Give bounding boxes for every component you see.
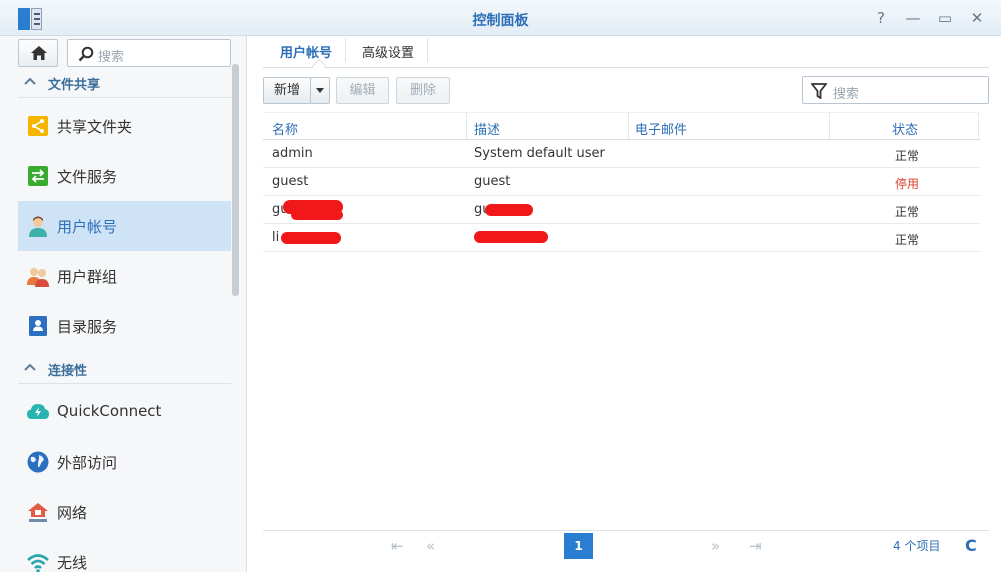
sidebar-item-label: 用户帐号: [57, 218, 118, 236]
pagination-bar: ⇤ « 1 » ⇥ 4 个项目 C: [263, 530, 989, 560]
main-panel: 用户帐号 高级设置 新增 编辑 删除 搜索 名称 描述 电子邮件 状态 admi…: [248, 36, 1001, 572]
cell-status: 停用: [895, 177, 920, 191]
redaction-mark: [485, 204, 533, 216]
caret-down-icon: [316, 88, 324, 93]
sidebar: 搜索 文件共享 共享文件夹 文件服务 用户帐号 用户群组 目录服务 连接性 Qu…: [0, 36, 247, 572]
cell-status: 正常: [895, 233, 920, 247]
filter-placeholder: 搜索: [833, 87, 860, 102]
section-label: 连接性: [48, 364, 88, 379]
table-row[interactable]: li 正常: [263, 224, 980, 252]
chevron-up-icon: [24, 77, 36, 85]
chevron-up-icon: [24, 363, 36, 371]
active-tab-indicator: [311, 58, 327, 74]
directory-icon: [29, 316, 47, 336]
filter-search-input[interactable]: 搜索: [802, 76, 989, 104]
column-divider: [829, 113, 830, 141]
sidebar-item-label: 文件服务: [57, 168, 118, 186]
sidebar-item-label: QuickConnect: [57, 402, 162, 420]
quickconnect-icon: [27, 404, 49, 419]
sidebar-item-label: 共享文件夹: [57, 118, 133, 136]
cell-status: 正常: [895, 149, 920, 163]
home-icon: [31, 46, 47, 60]
sidebar-item-label: 目录服务: [57, 318, 118, 336]
cell-status: 正常: [895, 205, 920, 219]
column-header-email[interactable]: 电子邮件: [635, 119, 687, 138]
window-title: 控制面板: [472, 13, 529, 29]
refresh-icon[interactable]: C: [965, 536, 977, 555]
section-file-sharing[interactable]: 文件共享: [18, 68, 231, 98]
table-row[interactable]: gu gu 正常: [263, 196, 980, 224]
edit-button[interactable]: 编辑: [336, 77, 389, 104]
column-divider: [628, 113, 629, 141]
cell-name: guest: [272, 174, 309, 189]
redaction-mark: [281, 232, 341, 244]
sidebar-item-network[interactable]: 网络: [18, 487, 231, 537]
delete-button[interactable]: 删除: [396, 77, 450, 104]
redaction-mark: [291, 210, 343, 220]
table-header: 名称 描述 电子邮件 状态: [263, 112, 980, 141]
sidebar-item-label: 网络: [57, 504, 88, 522]
tab-divider: [345, 38, 346, 62]
sidebar-search-placeholder: 搜索: [98, 50, 125, 65]
tab-divider: [427, 38, 428, 62]
tab-advanced-settings[interactable]: 高级设置: [362, 42, 414, 61]
sidebar-item-quickconnect[interactable]: QuickConnect: [18, 387, 231, 437]
cell-description: guest: [474, 174, 511, 189]
column-divider: [978, 113, 979, 141]
first-page-button[interactable]: ⇤: [391, 537, 404, 555]
column-header-description[interactable]: 描述: [474, 119, 500, 138]
prev-page-button[interactable]: «: [426, 537, 435, 555]
wifi-icon: [27, 554, 49, 572]
search-icon: [78, 46, 94, 62]
sidebar-search-input[interactable]: 搜索: [67, 39, 231, 67]
cell-name: li: [272, 230, 280, 245]
close-button[interactable]: ✕: [967, 8, 987, 28]
sidebar-item-user-accounts[interactable]: 用户帐号: [18, 201, 231, 251]
cell-name: admin: [272, 146, 313, 161]
column-header-status[interactable]: 状态: [892, 119, 918, 138]
maximize-button[interactable]: ▭: [935, 8, 955, 28]
sidebar-scrollbar[interactable]: [232, 64, 239, 296]
last-page-button[interactable]: ⇥: [749, 537, 762, 555]
section-label: 文件共享: [48, 78, 101, 93]
column-divider: [466, 113, 467, 141]
sidebar-item-label: 外部访问: [57, 454, 118, 472]
user-icon: [29, 216, 47, 237]
tab-user-accounts[interactable]: 用户帐号: [280, 42, 332, 61]
create-button[interactable]: 新增: [263, 77, 311, 104]
item-count: 4 个项目: [893, 539, 941, 553]
home-button[interactable]: [18, 39, 58, 67]
tab-bar: 用户帐号 高级设置: [263, 36, 989, 74]
current-page-button[interactable]: 1: [564, 533, 593, 559]
cell-description: System default user: [474, 146, 605, 161]
title-bar: 控制面板 ? — ▭ ✕: [0, 0, 1001, 36]
share-folder-icon: [28, 116, 48, 136]
sidebar-item-user-groups[interactable]: 用户群组: [18, 251, 231, 301]
next-page-button[interactable]: »: [711, 537, 720, 555]
sidebar-item-label: 用户群组: [57, 268, 118, 286]
sidebar-item-directory-service[interactable]: 目录服务: [18, 301, 231, 351]
column-header-name[interactable]: 名称: [272, 119, 298, 138]
user-table: 名称 描述 电子邮件 状态 admin System default user …: [263, 112, 980, 252]
network-icon: [28, 503, 48, 522]
table-row[interactable]: admin System default user 正常: [263, 140, 980, 168]
sidebar-item-wireless[interactable]: 无线: [18, 537, 231, 572]
group-icon: [27, 268, 49, 287]
file-services-icon: [28, 166, 48, 186]
help-button[interactable]: ?: [871, 8, 891, 28]
table-row[interactable]: guest guest 停用: [263, 168, 980, 196]
filter-icon: [811, 83, 827, 99]
sidebar-item-shared-folder[interactable]: 共享文件夹: [18, 101, 231, 151]
redaction-mark: [474, 231, 548, 243]
globe-icon: [27, 451, 49, 473]
minimize-button[interactable]: —: [903, 8, 923, 28]
sidebar-item-label: 无线: [57, 554, 88, 572]
sidebar-item-external-access[interactable]: 外部访问: [18, 437, 231, 487]
section-connectivity[interactable]: 连接性: [18, 354, 231, 384]
sidebar-item-file-services[interactable]: 文件服务: [18, 151, 231, 201]
create-dropdown-button[interactable]: [310, 77, 330, 104]
